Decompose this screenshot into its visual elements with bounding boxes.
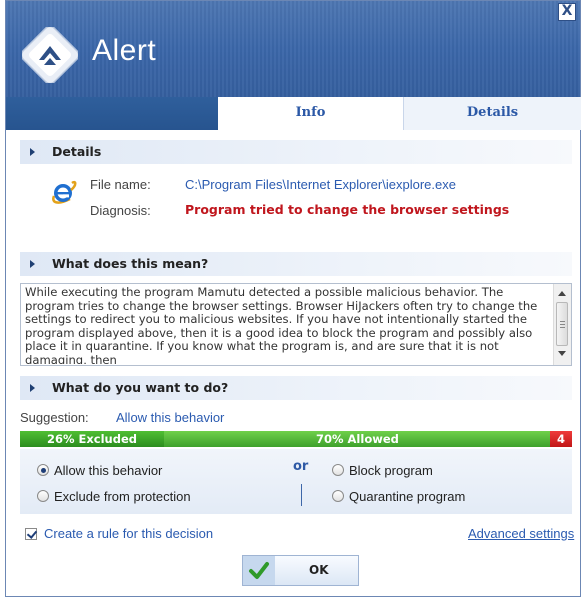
section-title: What does this mean?	[52, 256, 209, 271]
allowed-label: 70% Allowed	[316, 432, 399, 446]
suggestion-value: Allow this behavior	[116, 410, 225, 425]
radio-icon	[37, 490, 49, 502]
window-title: Alert	[92, 34, 157, 67]
action-options: Allow this behavior Exclude from protect…	[20, 449, 572, 514]
tab-bar: Info Details	[6, 97, 581, 130]
title-bar: Alert X	[6, 1, 580, 97]
create-rule-label[interactable]: Create a rule for this decision	[44, 526, 213, 541]
community-vote-bar: 26% Excluded 70% Allowed 4	[20, 431, 572, 447]
tab-details[interactable]: Details	[403, 97, 581, 130]
or-separator: or	[293, 459, 309, 474]
internet-explorer-icon	[52, 180, 77, 204]
create-rule-checkbox[interactable]	[25, 528, 37, 540]
action-section-header[interactable]: What do you want to do?	[20, 376, 572, 400]
advanced-settings-link[interactable]: Advanced settings	[468, 526, 574, 541]
close-button[interactable]: X	[558, 3, 576, 21]
suggestion-label: Suggestion:	[20, 410, 89, 425]
excluded-label: 26% Excluded	[47, 432, 138, 446]
section-title: Details	[52, 144, 102, 159]
meaning-section-header[interactable]: What does this mean?	[20, 252, 572, 276]
checkmark-icon	[243, 556, 275, 585]
scroll-thumb[interactable]	[556, 302, 568, 346]
explanation-textbox[interactable]: While executing the program Mamutu detec…	[20, 283, 572, 366]
radio-icon	[332, 490, 344, 502]
alert-window: Alert X Info Details Details File name: …	[5, 0, 581, 597]
section-title: What do you want to do?	[52, 380, 229, 395]
scroll-up-icon[interactable]	[558, 291, 566, 296]
file-name-value: C:\Program Files\Internet Explorer\iexpl…	[185, 177, 456, 192]
expand-arrow-icon	[30, 260, 35, 268]
tab-info[interactable]: Info	[218, 97, 403, 130]
explanation-text: While executing the program Mamutu detec…	[25, 286, 538, 364]
ok-button[interactable]: OK	[242, 555, 359, 586]
radio-icon	[332, 464, 344, 476]
details-section-header[interactable]: Details	[20, 140, 572, 164]
diagnosis-label: Diagnosis:	[90, 203, 151, 218]
file-name-label: File name:	[90, 177, 151, 192]
vertical-scrollbar[interactable]	[553, 284, 571, 365]
blocked-label: 4	[557, 432, 566, 446]
scroll-down-icon[interactable]	[558, 351, 566, 356]
ok-label: OK	[309, 563, 329, 577]
mamutu-logo-icon	[22, 27, 78, 83]
expand-arrow-icon	[30, 384, 35, 392]
expand-arrow-icon	[30, 148, 35, 156]
radio-selected-icon	[37, 464, 49, 476]
diagnosis-value: Program tried to change the browser sett…	[185, 202, 510, 217]
options-divider	[301, 484, 302, 506]
